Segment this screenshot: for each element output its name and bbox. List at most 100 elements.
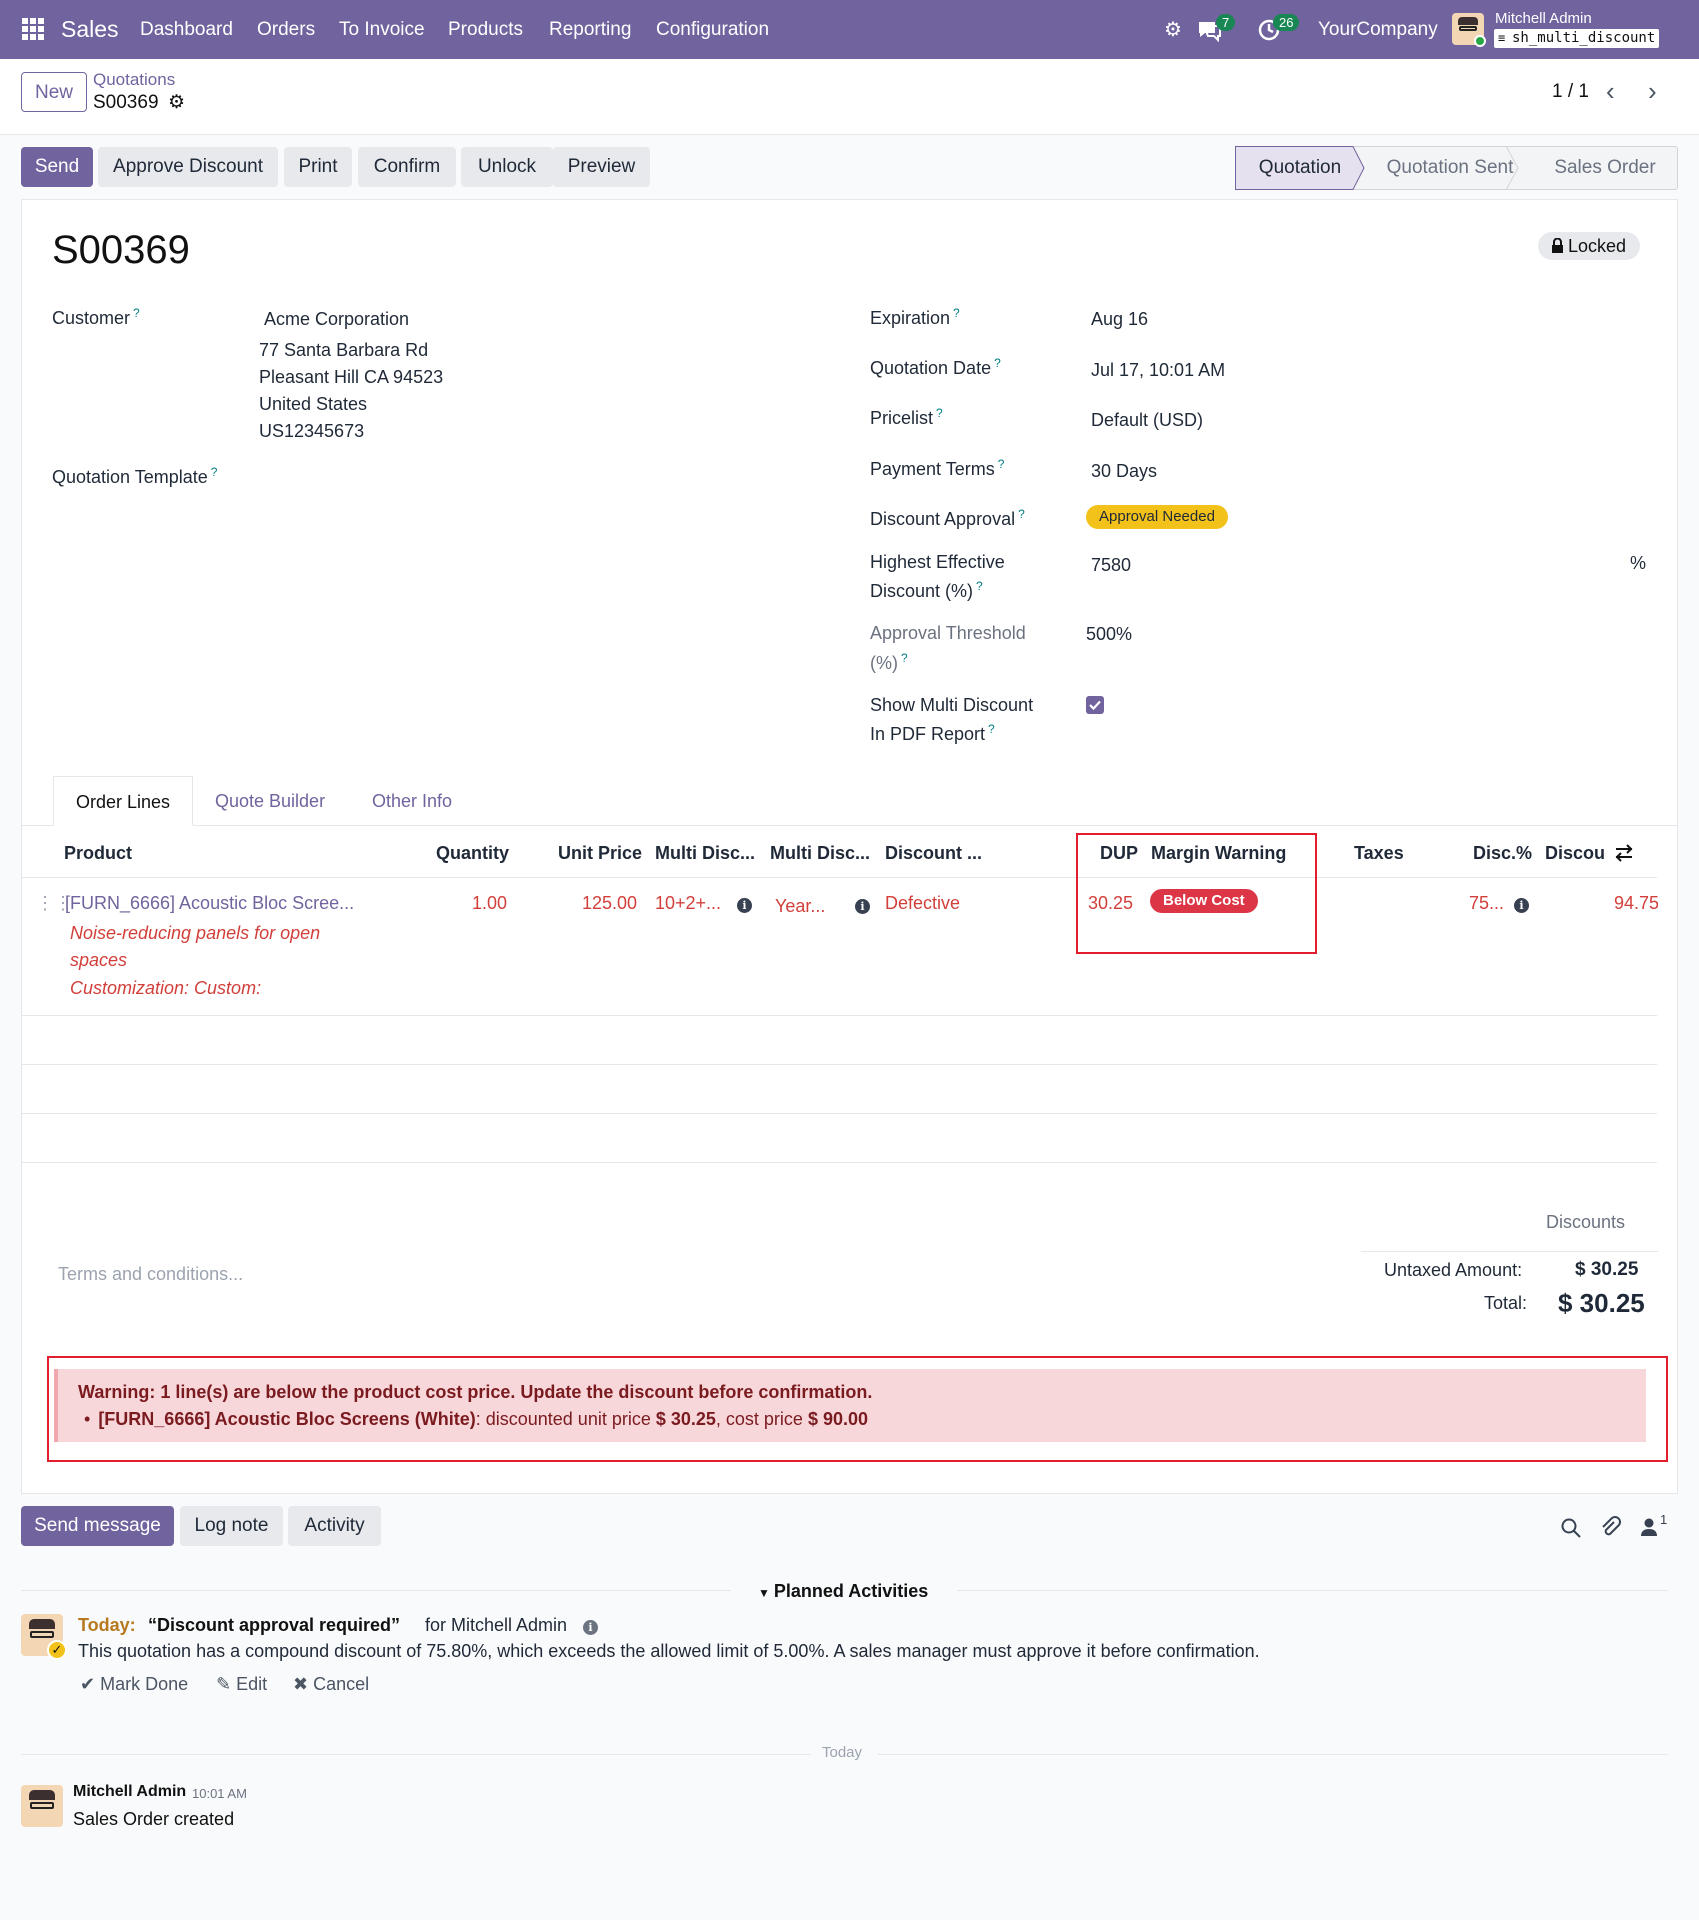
show-multi-discount-label-2: In PDF Report? (870, 722, 995, 744)
message-avatar[interactable] (21, 1785, 63, 1827)
edit-activity-button[interactable]: ✎ Edit (216, 1674, 267, 1695)
activity-info-icon[interactable]: i (583, 1618, 598, 1636)
status-sales-order[interactable]: Sales Order (1535, 146, 1675, 190)
highest-discount-label-2: Discount (%)? (870, 579, 983, 601)
user-avatar[interactable] (1452, 13, 1486, 47)
followers-icon[interactable] (1640, 1517, 1658, 1537)
unlock-button[interactable]: Unlock (461, 147, 553, 187)
row-discount-reason[interactable]: Defective (885, 893, 960, 914)
paperclip-icon[interactable] (1599, 1516, 1621, 1540)
row-border (21, 1015, 1657, 1016)
payment-terms-value[interactable]: 30 Days (1091, 461, 1157, 482)
caret-down-icon: ▼ (758, 1586, 770, 1600)
bug-icon[interactable]: ⚙ (1164, 17, 1182, 42)
row-multi-discount-1[interactable]: 10+2+... (655, 893, 721, 914)
approve-discount-button[interactable]: Approve Discount (98, 147, 278, 187)
log-note-button[interactable]: Log note (180, 1506, 283, 1546)
separator (21, 1754, 811, 1755)
status-quotation[interactable]: Quotation (1235, 146, 1365, 190)
tab-other-info[interactable]: Other Info (372, 791, 452, 812)
col-multi-discount-2[interactable]: Multi Disc... (770, 843, 870, 864)
planned-activities-toggle[interactable]: ▼ Planned Activities (758, 1581, 928, 1602)
info-icon[interactable]: i (1514, 896, 1529, 914)
terms-input[interactable]: Terms and conditions... (58, 1264, 243, 1285)
warning-title: Warning: 1 line(s) are below the product… (78, 1382, 873, 1402)
quotation-date-value[interactable]: Jul 17, 10:01 AM (1091, 360, 1225, 381)
database-name: sh_multi_discount (1512, 30, 1656, 46)
col-multi-discount-1[interactable]: Multi Disc... (655, 843, 755, 864)
breadcrumb-quotations[interactable]: Quotations (93, 70, 175, 90)
customer-name[interactable]: Acme Corporation (264, 309, 409, 330)
col-product[interactable]: Product (64, 843, 132, 864)
col-disc-pct[interactable]: Disc.% (1473, 843, 1532, 864)
optional-columns-icon[interactable] (1614, 843, 1634, 863)
menu-products[interactable]: Products (448, 19, 523, 41)
show-multi-discount-checkbox[interactable] (1086, 696, 1104, 714)
help-icon[interactable]: ? (994, 356, 1001, 370)
col-discount[interactable]: Discou (1545, 843, 1605, 864)
menu-configuration[interactable]: Configuration (656, 19, 769, 41)
show-multi-discount-label: Show Multi Discount (870, 695, 1034, 715)
info-icon[interactable]: i (855, 897, 870, 915)
row-unit-price[interactable]: 125.00 (582, 893, 637, 914)
activity-assignee: for Mitchell Admin (425, 1615, 568, 1635)
help-icon[interactable]: ? (211, 465, 218, 479)
menu-dashboard[interactable]: Dashboard (140, 19, 233, 41)
preview-button[interactable]: Preview (553, 147, 650, 187)
row-product[interactable]: [FURN_6666] Acoustic Bloc Scree... (65, 893, 354, 914)
cancel-activity-button[interactable]: ✖ Cancel (293, 1674, 369, 1695)
print-button[interactable]: Print (284, 147, 352, 187)
checkmark-icon (1089, 700, 1101, 711)
pricelist-value[interactable]: Default (USD) (1091, 410, 1203, 431)
help-icon[interactable]: ? (976, 579, 983, 593)
search-icon[interactable] (1560, 1517, 1582, 1539)
help-icon[interactable]: ? (936, 406, 943, 420)
tab-order-lines[interactable]: Order Lines (53, 776, 193, 826)
activities-count-badge: 26 (1273, 14, 1300, 31)
status-quotation-sent[interactable]: Quotation Sent (1370, 146, 1530, 190)
message-author[interactable]: Mitchell Admin (73, 1783, 186, 1801)
menu-reporting[interactable]: Reporting (549, 19, 631, 41)
planned-activities-label: Planned Activities (773, 1581, 929, 1601)
payment-terms-label: Payment Terms? (870, 457, 1005, 479)
help-icon[interactable]: ? (1018, 507, 1025, 521)
col-discount-reason[interactable]: Discount ... (885, 843, 982, 864)
help-icon[interactable]: ? (953, 306, 960, 320)
warning-item-product: [FURN_6666] Acoustic Bloc Screens (White… (98, 1409, 476, 1429)
pricelist-label: Pricelist? (870, 406, 943, 428)
percent-sign: % (1630, 553, 1647, 573)
tab-quote-builder[interactable]: Quote Builder (215, 791, 325, 812)
help-icon[interactable]: ? (901, 651, 908, 665)
activity-button[interactable]: Activity (288, 1506, 381, 1546)
row-quantity[interactable]: 1.00 (472, 893, 507, 914)
date-separator: Today (822, 1744, 863, 1761)
warning-item-text: , cost price (715, 1409, 808, 1429)
mark-done-button[interactable]: ✔ Mark Done (80, 1674, 188, 1695)
info-icon[interactable]: i (737, 896, 752, 914)
activity-title: “Discount approval required” (148, 1615, 401, 1635)
pager-value[interactable]: 1 / 1 (1552, 81, 1589, 103)
record-title: S00369 (52, 228, 190, 272)
menu-orders[interactable]: Orders (257, 19, 315, 41)
confirm-button[interactable]: Confirm (358, 147, 456, 187)
app-name[interactable]: Sales (61, 16, 119, 43)
col-unit-price[interactable]: Unit Price (558, 843, 642, 864)
send-button[interactable]: Send (21, 147, 93, 187)
help-icon[interactable]: ? (133, 306, 140, 320)
apps-menu-icon[interactable] (22, 18, 44, 40)
col-quantity[interactable]: Quantity (436, 843, 509, 864)
pager-next-icon[interactable]: › (1648, 76, 1657, 107)
gear-icon[interactable]: ⚙ (168, 91, 185, 114)
pager-previous-icon[interactable]: ‹ (1606, 76, 1615, 107)
new-button[interactable]: New (21, 72, 87, 112)
threshold-label: Approval Threshold (870, 623, 1026, 643)
send-message-button[interactable]: Send message (21, 1506, 174, 1546)
company-switcher[interactable]: YourCompany (1318, 19, 1438, 41)
row-multi-discount-2[interactable]: Year... (775, 896, 825, 917)
col-taxes[interactable]: Taxes (1354, 843, 1404, 864)
help-icon[interactable]: ? (998, 457, 1005, 471)
menu-to-invoice[interactable]: To Invoice (339, 19, 425, 41)
help-icon[interactable]: ? (988, 722, 995, 736)
expiration-value[interactable]: Aug 16 (1091, 309, 1148, 330)
user-name[interactable]: Mitchell Admin (1495, 10, 1592, 27)
